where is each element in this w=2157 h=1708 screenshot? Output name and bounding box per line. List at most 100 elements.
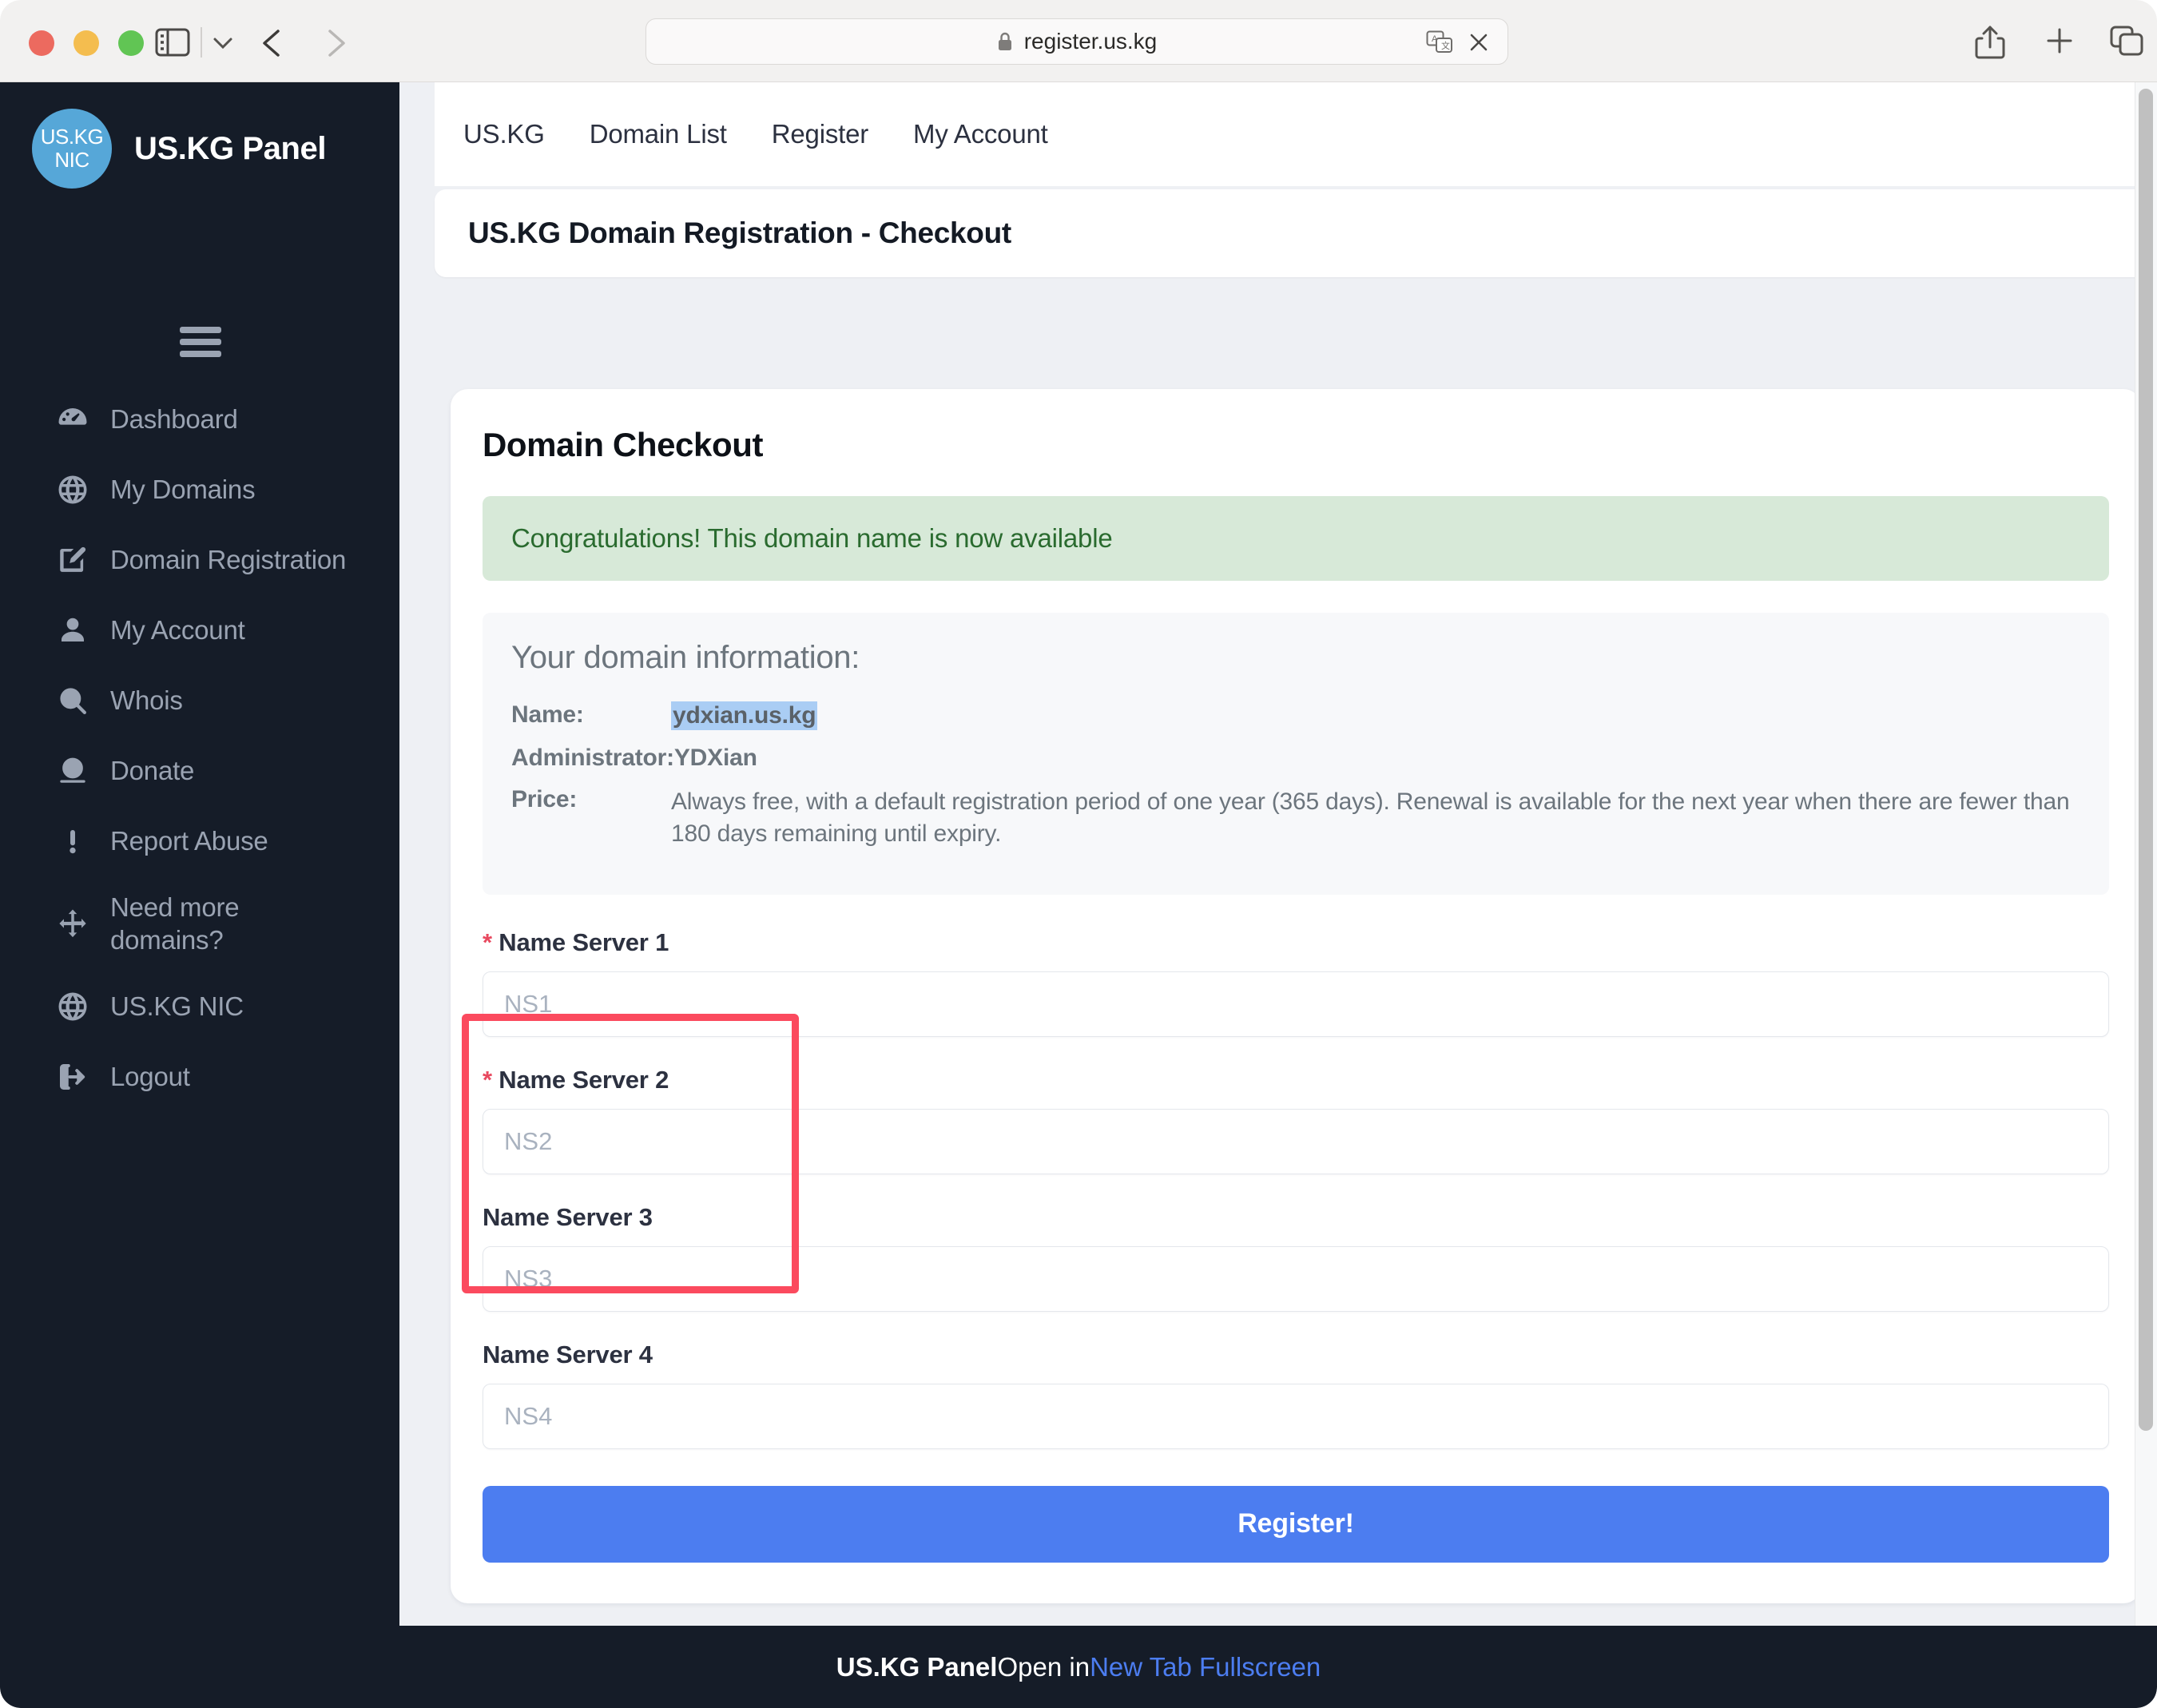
minimize-window-button[interactable]	[73, 30, 99, 56]
tab-us-kg[interactable]: US.KG	[463, 119, 545, 149]
sidebar-item-label: My Domains	[110, 475, 256, 505]
sidebar-item-my-account[interactable]: My Account	[0, 610, 399, 651]
url-text: register.us.kg	[1023, 29, 1158, 54]
logo-line-2: NIC	[54, 148, 89, 172]
money-icon	[56, 754, 89, 788]
gauge-icon	[56, 403, 89, 436]
required-asterisk: *	[483, 1065, 492, 1094]
top-navigation: US.KG Domain List Register My Account	[435, 82, 2157, 186]
sidebar-item-donate[interactable]: Donate	[0, 750, 399, 792]
register-button[interactable]: Register!	[483, 1485, 2109, 1563]
field-label-text: Name Server 1	[499, 927, 669, 956]
tab-domain-list[interactable]: Domain List	[590, 119, 727, 149]
app-sidebar: US.KG NIC US.KG Panel Dashboard My Domai…	[0, 82, 399, 1626]
name-server-1-group: * Name Server 1	[483, 928, 2109, 1066]
name-server-2-group: * Name Server 2	[483, 1066, 2109, 1203]
name-server-4-group: Name Server 4	[483, 1341, 2109, 1478]
name-server-2-label: * Name Server 2	[483, 1066, 2109, 1094]
info-row-administrator: Administrator: YDXian	[511, 745, 2080, 772]
exclamation-icon	[56, 824, 89, 858]
content-inner: US.KG Domain List Register My Account US…	[435, 82, 2157, 1626]
tab-my-account[interactable]: My Account	[913, 119, 1048, 149]
footer-brand: US.KG Panel	[836, 1651, 998, 1682]
info-label: Name:	[511, 701, 584, 728]
edit-pen-icon	[56, 543, 89, 577]
sidebar-item-label: My Account	[110, 615, 245, 645]
page-title: US.KG Domain Registration - Checkout	[468, 216, 1011, 249]
info-label: Administrator:	[511, 745, 674, 771]
name-server-1-label: * Name Server 1	[483, 928, 2109, 957]
tab-register[interactable]: Register	[772, 119, 868, 149]
new-tab-icon[interactable]	[2043, 24, 2076, 58]
chevron-down-icon[interactable]	[209, 32, 236, 53]
sign-out-icon	[56, 1060, 89, 1094]
sidebar-title: US.KG Panel	[134, 130, 327, 166]
arrows-move-icon	[56, 907, 89, 940]
logo-line-1: US.KG	[40, 124, 104, 149]
scrollbar-thumb[interactable]	[2139, 89, 2153, 1431]
sidebar-item-label: Domain Registration	[110, 545, 347, 575]
globe-icon	[56, 990, 89, 1023]
price-value: Always free, with a default registration…	[671, 788, 2070, 847]
page-scrollbar[interactable]	[2135, 82, 2157, 1626]
sidebar-item-label: Logout	[110, 1061, 190, 1091]
tab-overview-icon[interactable]	[2109, 24, 2144, 58]
required-asterisk: *	[483, 927, 492, 956]
domain-checkout-card: Domain Checkout Congratulations! This do…	[451, 389, 2141, 1603]
search-icon	[56, 684, 89, 717]
sidebar-item-logout[interactable]: Logout	[0, 1056, 399, 1098]
sidebar-item-domain-registration[interactable]: Domain Registration	[0, 539, 399, 581]
address-bar[interactable]: register.us.kg A 文	[646, 18, 1508, 65]
sidebar-brand[interactable]: US.KG NIC US.KG Panel	[32, 109, 327, 189]
page-title-bar: US.KG Domain Registration - Checkout	[435, 189, 2157, 277]
name-server-2-input[interactable]	[483, 1108, 2109, 1174]
share-icon[interactable]	[1973, 24, 2007, 61]
browser-window: register.us.kg A 文 US.KG NIC US.KG Panel…	[0, 0, 2157, 1708]
sidebar-item-label: Report Abuse	[110, 826, 268, 856]
sidebar-item-label: Need more domains?	[110, 892, 240, 955]
sidebar-item-whois[interactable]: Whois	[0, 680, 399, 721]
name-server-1-input[interactable]	[483, 971, 2109, 1037]
new-tab-fullscreen-link[interactable]: New Tab Fullscreen	[1090, 1652, 1321, 1682]
window-traffic-lights	[29, 30, 144, 56]
sidebar-item-label: US.KG NIC	[110, 991, 244, 1021]
maximize-window-button[interactable]	[118, 30, 144, 56]
info-row-price: Price: Always free, with a default regis…	[511, 786, 2080, 850]
name-server-3-group: Name Server 3	[483, 1203, 2109, 1341]
translate-icon[interactable]: A 文	[1426, 30, 1453, 54]
sidebar-item-report-abuse[interactable]: Report Abuse	[0, 820, 399, 862]
name-server-3-label: Name Server 3	[483, 1202, 653, 1231]
sidebar-item-need-more-domains[interactable]: Need more domains?	[0, 891, 399, 957]
browser-toolbar: register.us.kg A 文	[0, 0, 2157, 82]
globe-icon	[56, 473, 89, 506]
administrator-value: YDXian	[673, 745, 757, 771]
us-kg-nic-logo: US.KG NIC	[32, 109, 112, 189]
svg-text:文: 文	[1441, 40, 1450, 51]
sidebar-toggle-icon[interactable]	[154, 26, 191, 58]
main-content: US.KG Domain List Register My Account US…	[399, 82, 2157, 1626]
sidebar-item-dashboard[interactable]: Dashboard	[0, 399, 399, 440]
name-server-4-input[interactable]	[483, 1383, 2109, 1449]
forward-button[interactable]	[317, 26, 351, 60]
sidebar-item-label: Dashboard	[110, 404, 238, 435]
user-icon	[56, 614, 89, 647]
lock-icon	[997, 31, 1013, 52]
info-label: Price:	[511, 786, 578, 812]
web-page: US.KG NIC US.KG Panel Dashboard My Domai…	[0, 82, 2157, 1708]
back-button[interactable]	[257, 26, 291, 60]
sidebar-item-us-kg-nic[interactable]: US.KG NIC	[0, 986, 399, 1027]
name-server-3-input[interactable]	[483, 1245, 2109, 1312]
hamburger-menu-icon[interactable]	[180, 327, 221, 357]
info-row-name: Name: ydxian.us.kg	[511, 701, 2080, 730]
field-label-text: Name Server 2	[499, 1065, 669, 1094]
availability-alert: Congratulations! This domain name is now…	[483, 496, 2109, 581]
toolbar-divider	[201, 27, 202, 58]
close-window-button[interactable]	[29, 30, 54, 56]
sidebar-item-my-domains[interactable]: My Domains	[0, 469, 399, 510]
card-title: Domain Checkout	[483, 426, 764, 463]
sidebar-item-label: Whois	[110, 685, 183, 716]
sidebar-item-label: Donate	[110, 756, 195, 786]
close-icon[interactable]	[1468, 31, 1490, 54]
sidebar-nav-list: Dashboard My Domains Domain Registration	[0, 399, 399, 1126]
page-footer: US.KG Panel Open in New Tab Fullscreen	[0, 1626, 2157, 1708]
